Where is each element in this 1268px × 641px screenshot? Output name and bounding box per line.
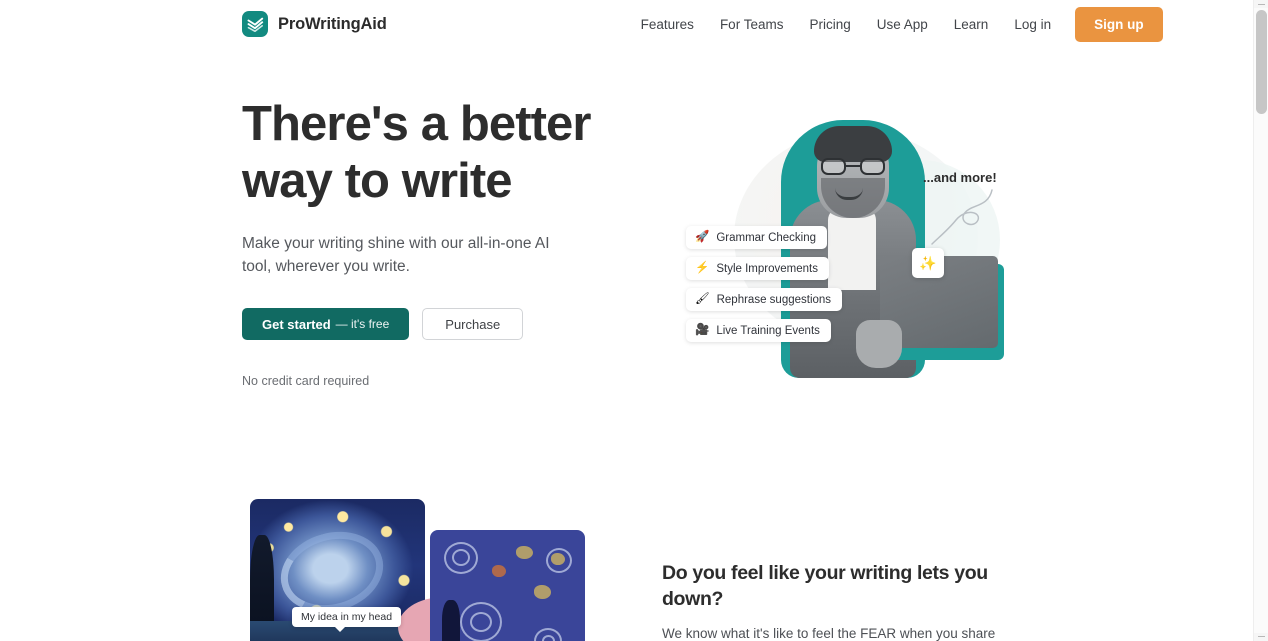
lower-section-body: We know what it's like to feel the FEAR …	[662, 626, 996, 641]
hero-actions: Get started — it's free Purchase	[242, 308, 602, 340]
get-started-label: Get started	[262, 316, 331, 332]
nav-link-for-teams[interactable]: For Teams	[707, 11, 797, 38]
glasses-icon	[821, 158, 885, 175]
brand-logo-link[interactable]: ProWritingAid	[242, 11, 387, 37]
feature-pill-live-training-events[interactable]: 🎥 Live Training Events	[686, 319, 831, 342]
magic-wand-icon: 🖌	[695, 292, 710, 305]
feature-pill-label: Style Improvements	[716, 262, 818, 275]
squiggle-arrow-icon	[931, 189, 993, 245]
lower-section-title: Do you feel like your writing lets you d…	[662, 562, 988, 610]
hero-subtitle: Make your writing shine with our all-in-…	[242, 235, 550, 275]
image-caption-label: My idea in my head	[292, 607, 402, 632]
hero-illustration: ✨ ...and more! 🚀 Grammar Checking ⚡ Styl…	[660, 108, 1030, 388]
sparkles-icon: ✨	[912, 248, 944, 278]
video-camera-icon: 🎥	[695, 323, 710, 336]
lightning-icon: ⚡	[695, 261, 710, 274]
feature-pill-label: Live Training Events	[716, 324, 820, 337]
site-header: ProWritingAid Features For Teams Pricing…	[0, 0, 1253, 48]
starry-night-comparison-image: My idea in my head	[250, 499, 590, 641]
nav-link-pricing[interactable]: Pricing	[796, 11, 863, 38]
chevron-down-icon[interactable]	[1254, 633, 1268, 641]
flat-illustration-card	[430, 530, 585, 641]
nav-link-log-in[interactable]: Log in	[1001, 11, 1064, 38]
person-hand	[856, 320, 902, 368]
feature-pill-list: 🚀 Grammar Checking ⚡ Style Improvements …	[686, 226, 843, 342]
purchase-button[interactable]: Purchase	[422, 308, 524, 340]
chevron-up-icon[interactable]	[1254, 0, 1268, 8]
person-hair	[814, 126, 892, 162]
and-more-label: ...and more!	[923, 170, 997, 185]
nav-link-learn[interactable]: Learn	[941, 11, 1002, 38]
feature-pill-label: Grammar Checking	[716, 231, 817, 244]
lower-text-block: Do you feel like your writing lets you d…	[662, 560, 1014, 641]
hero-title: There's a better way to write	[242, 97, 591, 208]
feature-pill-style-improvements[interactable]: ⚡ Style Improvements	[686, 257, 829, 280]
prowritingaid-book-logo-icon	[242, 11, 268, 37]
feature-pill-label: Rephrase suggestions	[716, 293, 832, 306]
flat-cypress	[442, 600, 460, 641]
page-root: ProWritingAid Features For Teams Pricing…	[0, 0, 1268, 641]
feature-pill-grammar-checking[interactable]: 🚀 Grammar Checking	[686, 226, 828, 249]
main-navigation: Features For Teams Pricing Use App Learn…	[628, 6, 1163, 42]
no-credit-card-note: No credit card required	[242, 374, 370, 388]
get-started-sublabel: — it's free	[335, 317, 390, 331]
brand-name: ProWritingAid	[278, 14, 387, 33]
nav-link-use-app[interactable]: Use App	[864, 11, 941, 38]
rocket-icon: 🚀	[695, 230, 710, 243]
sign-up-button[interactable]: Sign up	[1075, 6, 1163, 42]
hero-section: There's a better way to write Make your …	[242, 96, 602, 388]
page-scrollbar[interactable]	[1253, 0, 1268, 641]
nav-link-features[interactable]: Features	[628, 11, 707, 38]
feature-pill-rephrase-suggestions[interactable]: 🖌 Rephrase suggestions	[686, 288, 843, 311]
scrollbar-thumb[interactable]	[1256, 10, 1267, 114]
get-started-button[interactable]: Get started — it's free	[242, 308, 410, 340]
